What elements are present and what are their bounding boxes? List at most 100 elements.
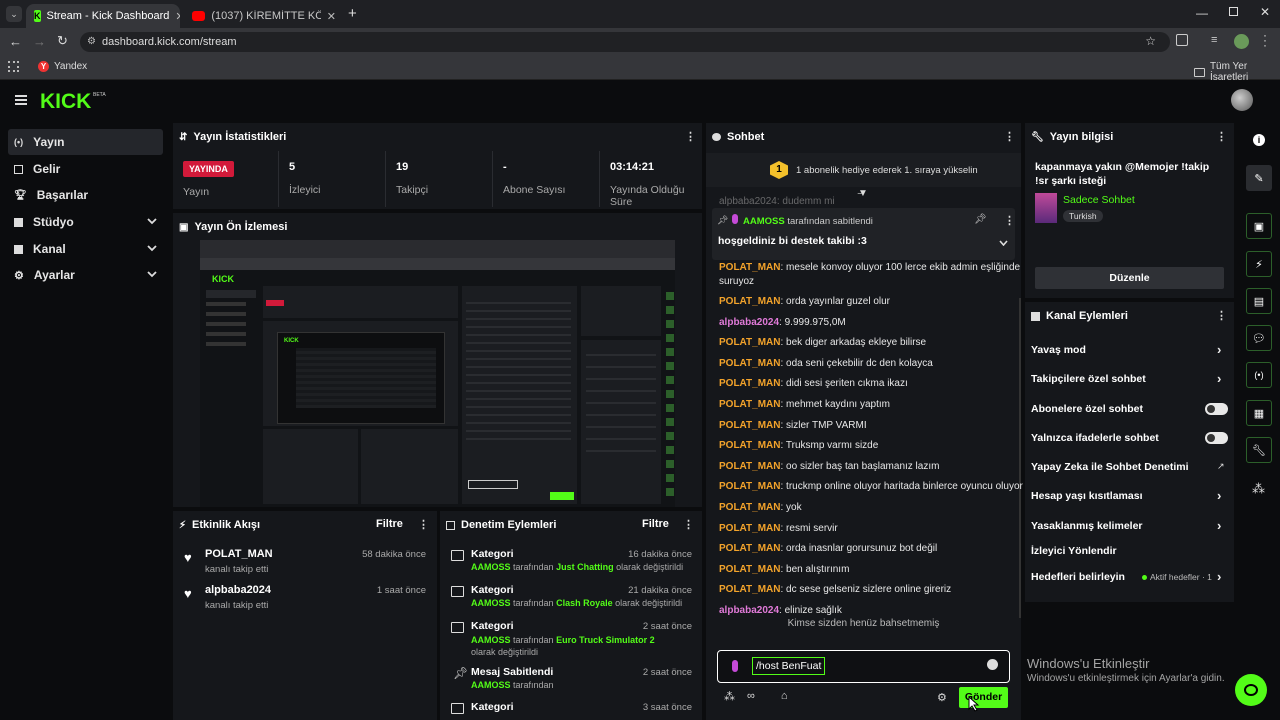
chat-username[interactable]: POLAT_MAN (719, 337, 780, 348)
edit-pencil-button[interactable]: ✎ (1246, 165, 1272, 191)
rail-chat-button[interactable]: 💬︎ (1246, 325, 1272, 351)
filter-button[interactable]: Filtre (642, 518, 669, 530)
close-window-icon[interactable]: ✕ (1260, 5, 1270, 19)
subscribers-only-toggle[interactable] (1205, 403, 1228, 415)
chat-username[interactable]: POLAT_MAN (719, 358, 780, 369)
close-tab-icon[interactable]: ✕ (327, 10, 336, 23)
rail-stream-info-button[interactable]: ▦ (1246, 400, 1272, 426)
rail-broadcast-button[interactable]: (•) (1246, 362, 1272, 388)
media-controls-icon[interactable]: ≡ (1211, 34, 1217, 46)
forward-icon[interactable]: → (33, 34, 46, 49)
chat-settings-icon[interactable]: ⚙ (937, 691, 947, 704)
kick-logo[interactable]: KICK BETA (40, 90, 106, 110)
rail-channel-button[interactable]: 🔧︎ (1246, 437, 1272, 463)
chat-username[interactable]: POLAT_MAN (719, 399, 780, 410)
close-tab-icon[interactable]: ✕ (175, 10, 180, 23)
action-goals[interactable]: Hedefleri belirleyin (1031, 571, 1125, 583)
chevron-right-icon[interactable]: › (1217, 371, 1221, 386)
chat-username[interactable]: POLAT_MAN (719, 262, 780, 273)
chevron-right-icon[interactable]: › (1217, 518, 1221, 533)
chat-username[interactable]: POLAT_MAN (719, 584, 780, 595)
minimize-icon[interactable]: — (1196, 6, 1208, 20)
chat-username[interactable]: POLAT_MAN (719, 543, 780, 554)
rail-preview-button[interactable]: ▣ (1246, 213, 1272, 239)
chat-input-box[interactable]: /host BenFuat (717, 650, 1010, 683)
chat-input-text[interactable]: /host BenFuat (752, 657, 826, 675)
apps-grid-icon[interactable] (8, 61, 19, 72)
action-ai-moderation[interactable]: Yapay Zeka ile Sohbet Denetimi (1031, 461, 1189, 473)
scroll-down-icon[interactable]: ▼ ‾ (858, 189, 868, 204)
store-icon[interactable]: ⌂ (781, 690, 788, 703)
stream-preview-video[interactable]: KICK KICK (200, 240, 675, 507)
chat-username[interactable]: alpbaba2024 (719, 605, 779, 616)
action-host-redirect[interactable]: İzleyici Yönlendir (1031, 545, 1117, 557)
chat-username[interactable]: POLAT_MAN (719, 420, 780, 431)
rail-moderation-button[interactable]: ▤ (1246, 288, 1272, 314)
panel-menu-icon[interactable]: ⋮ (1216, 310, 1227, 322)
chat-username[interactable]: POLAT_MAN (719, 564, 780, 575)
browser-tab-kick[interactable]: K Stream - Kick Dashboard ✕ (26, 4, 180, 28)
site-info-icon[interactable]: ⚙ (87, 36, 96, 47)
chat-username[interactable]: POLAT_MAN (719, 440, 780, 451)
maximize-icon[interactable] (1229, 7, 1238, 16)
unpin-icon[interactable]: 📌︎ (974, 214, 987, 225)
gift-sub-banner[interactable]: 1 1 abonelik hediye ederek 1. sıraya yük… (706, 153, 1021, 187)
filter-button[interactable]: Filtre (376, 518, 403, 530)
points-icon[interactable]: ⁂ (724, 690, 735, 703)
sidebar-item-kanal[interactable]: Kanal (8, 236, 163, 262)
action-banned-words[interactable]: Yasaklanmış kelimeler (1031, 520, 1143, 532)
sidebar-item-ayarlar[interactable]: ⚙ Ayarlar (8, 262, 163, 288)
user-avatar[interactable] (1231, 89, 1253, 111)
reload-icon[interactable]: ↻ (57, 33, 68, 49)
panel-menu-icon[interactable]: ⋮ (685, 131, 696, 143)
infinity-icon[interactable]: ∞ (747, 690, 755, 703)
bookmark-yandex[interactable]: Y Yandex (38, 61, 87, 72)
hamburger-menu-icon[interactable] (15, 95, 27, 105)
panel-menu-icon[interactable]: ⋮ (1004, 131, 1015, 143)
panel-menu-icon[interactable]: ⋮ (418, 519, 429, 531)
chevron-down-icon[interactable] (147, 270, 157, 278)
emoji-icon[interactable] (987, 659, 998, 670)
chevron-right-icon[interactable]: › (1217, 342, 1221, 357)
bookmark-star-icon[interactable]: ☆ (1145, 34, 1156, 48)
chat-username[interactable]: POLAT_MAN (719, 296, 780, 307)
mic-icon[interactable] (732, 660, 738, 672)
sidebar-item-basarilar[interactable]: 🏆︎ Başarılar (8, 182, 163, 208)
edit-button[interactable]: Düzenle (1035, 267, 1224, 289)
sidebar-item-yayin[interactable]: (•) Yayın (8, 129, 163, 155)
action-account-age[interactable]: Hesap yaşı kısıtlaması (1031, 490, 1143, 502)
new-tab-button[interactable]: + (348, 5, 357, 22)
chat-username[interactable]: POLAT_MAN (719, 481, 780, 492)
help-chat-button[interactable] (1235, 674, 1267, 706)
category-name[interactable]: Sadece Sohbet (1063, 194, 1135, 206)
chat-username[interactable]: POLAT_MAN (719, 461, 780, 472)
panel-menu-icon[interactable]: ⋮ (683, 519, 694, 531)
browser-tab-youtube[interactable]: (1037) KİREMİTTE KÖFTELİ PATA ✕ (184, 4, 344, 28)
chat-username[interactable]: POLAT_MAN (719, 523, 780, 534)
back-icon[interactable]: ← (9, 34, 22, 49)
pinned-menu-icon[interactable]: ⋮ (1004, 214, 1015, 227)
chevron-down-icon[interactable] (999, 240, 1008, 246)
sidebar-item-studyo[interactable]: Stüdyo (8, 209, 163, 235)
chat-username[interactable]: POLAT_MAN (719, 502, 780, 513)
chevron-right-icon[interactable]: › (1217, 488, 1221, 503)
chevron-right-icon[interactable]: › (1217, 569, 1221, 584)
chat-scrollbar[interactable] (1019, 298, 1021, 618)
action-slow-mode[interactable]: Yavaş mod (1031, 344, 1086, 356)
tab-search-button[interactable]: ⌄ (6, 6, 22, 22)
rail-activity-button[interactable]: ⚡︎ (1246, 251, 1272, 277)
browser-menu-icon[interactable]: · · · (1263, 29, 1267, 51)
chevron-down-icon[interactable] (147, 244, 157, 252)
action-followers-only[interactable]: Takipçilere özel sohbet (1031, 373, 1146, 385)
extensions-icon[interactable] (1176, 34, 1188, 46)
sidebar-item-gelir[interactable]: Gelir (8, 156, 163, 182)
emotes-only-toggle[interactable] (1205, 432, 1228, 444)
external-link-icon[interactable]: ↗ (1217, 461, 1225, 472)
profile-avatar[interactable] (1234, 34, 1249, 49)
url-field[interactable]: ⚙ dashboard.kick.com/stream ☆ (80, 32, 1170, 52)
rail-points-icon[interactable]: ⁂ (1252, 481, 1265, 497)
info-icon[interactable]: i (1253, 134, 1265, 146)
panel-menu-icon[interactable]: ⋮ (1216, 131, 1227, 143)
chat-username[interactable]: POLAT_MAN (719, 378, 780, 389)
send-button[interactable]: Gönder (959, 687, 1008, 708)
